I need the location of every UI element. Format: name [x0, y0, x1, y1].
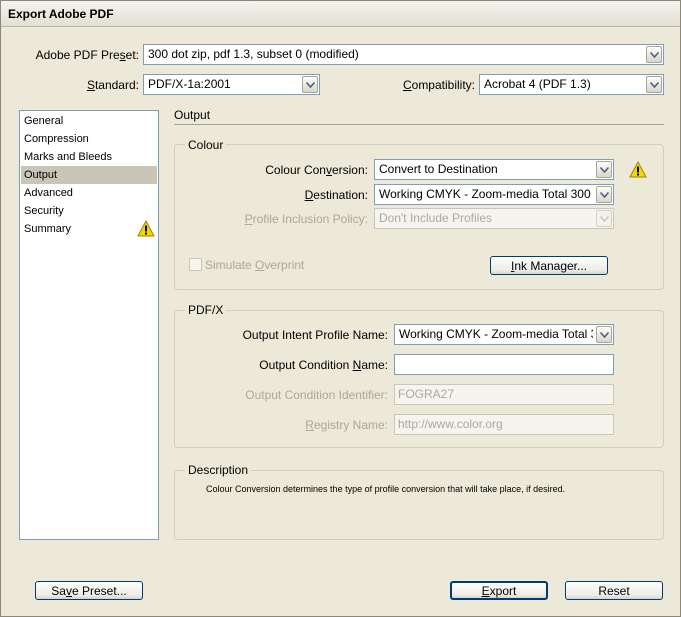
output-condition-name-label: Output Condition Name: — [259, 358, 388, 372]
sidebar-item-output[interactable]: Output — [21, 166, 157, 184]
destination-value: Working CMYK - Zoom-media Total 300 — [379, 187, 591, 201]
compatibility-value: Acrobat 4 (PDF 1.3) — [484, 77, 591, 91]
sidebar-item-security[interactable]: Security — [21, 202, 157, 220]
standard-dropdown[interactable]: PDF/X-1a:2001 — [143, 74, 320, 95]
description-text: Colour Conversion determines the type of… — [206, 484, 566, 494]
output-intent-profile-dropdown[interactable]: Working CMYK - Zoom-media Total 300 — [394, 324, 614, 345]
profile-inclusion-policy-label: Profile Inclusion Policy: — [244, 212, 368, 226]
pdfx-group-title: PDF/X — [185, 303, 227, 317]
sidebar-item-marks-and-bleeds[interactable]: Marks and Bleeds — [21, 148, 157, 166]
registry-name-input[interactable]: http://www.color.org — [394, 414, 614, 435]
colour-conversion-value: Convert to Destination — [379, 162, 498, 176]
destination-label: Destination: — [304, 188, 368, 202]
output-intent-profile-value: Working CMYK - Zoom-media Total 300 — [399, 327, 593, 341]
colour-conversion-dropdown[interactable]: Convert to Destination — [374, 159, 614, 180]
sidebar-item-compression[interactable]: Compression — [21, 130, 157, 148]
preset-value: 300 dot zip, pdf 1.3, subset 0 (modified… — [148, 47, 359, 61]
reset-button[interactable]: Reset — [565, 581, 663, 600]
category-list[interactable]: General Compression Marks and Bleeds Out… — [19, 110, 159, 540]
description-group-title: Description — [185, 463, 252, 477]
chevron-down-icon[interactable] — [596, 326, 612, 343]
ink-manager-button[interactable]: Ink Manager... — [490, 256, 608, 275]
section-divider — [174, 124, 664, 125]
output-condition-identifier-input[interactable]: FOGRA27 — [394, 384, 614, 405]
colour-group-title: Colour — [185, 138, 227, 152]
registry-name-label: Registry Name: — [305, 418, 388, 432]
warning-icon — [137, 220, 155, 237]
warning-icon — [629, 161, 647, 178]
sidebar-item-general[interactable]: General — [21, 112, 157, 130]
window-title: Export Adobe PDF — [8, 7, 114, 21]
chevron-down-icon[interactable] — [302, 76, 318, 93]
chevron-down-icon[interactable] — [596, 161, 612, 178]
description-group — [174, 470, 664, 540]
title-bar: Export Adobe PDF — [1, 1, 680, 27]
profile-inclusion-policy-dropdown[interactable]: Don't Include Profiles — [374, 208, 614, 229]
preset-label: Adobe PDF Preset: — [35, 48, 139, 62]
profile-inclusion-policy-value: Don't Include Profiles — [379, 211, 493, 225]
export-pdf-dialog: Export Adobe PDF Adobe PDF Preset: 300 d… — [0, 0, 681, 617]
section-title: Output — [174, 108, 211, 122]
sidebar-item-advanced[interactable]: Advanced — [21, 184, 157, 202]
standard-value: PDF/X-1a:2001 — [148, 77, 231, 91]
chevron-down-icon[interactable] — [596, 186, 612, 203]
output-condition-identifier-label: Output Condition Identifier: — [245, 388, 388, 402]
preset-dropdown[interactable]: 300 dot zip, pdf 1.3, subset 0 (modified… — [143, 44, 664, 65]
simulate-overprint-label: Simulate Overprint — [205, 258, 305, 272]
save-preset-button[interactable]: Save Preset... — [35, 581, 143, 600]
destination-dropdown[interactable]: Working CMYK - Zoom-media Total 300 — [374, 184, 614, 205]
simulate-overprint-checkbox[interactable] — [189, 258, 202, 271]
colour-conversion-label: Colour Conversion: — [265, 163, 368, 177]
chevron-down-icon[interactable] — [596, 210, 612, 227]
chevron-down-icon[interactable] — [646, 46, 662, 63]
compatibility-label: Compatibility: — [402, 78, 475, 92]
compatibility-dropdown[interactable]: Acrobat 4 (PDF 1.3) — [479, 74, 664, 95]
export-button[interactable]: Export — [450, 581, 548, 600]
output-intent-profile-label: Output Intent Profile Name: — [242, 328, 388, 342]
output-condition-name-input[interactable] — [394, 354, 614, 375]
chevron-down-icon[interactable] — [646, 76, 662, 93]
standard-label: Standard: — [86, 78, 139, 92]
